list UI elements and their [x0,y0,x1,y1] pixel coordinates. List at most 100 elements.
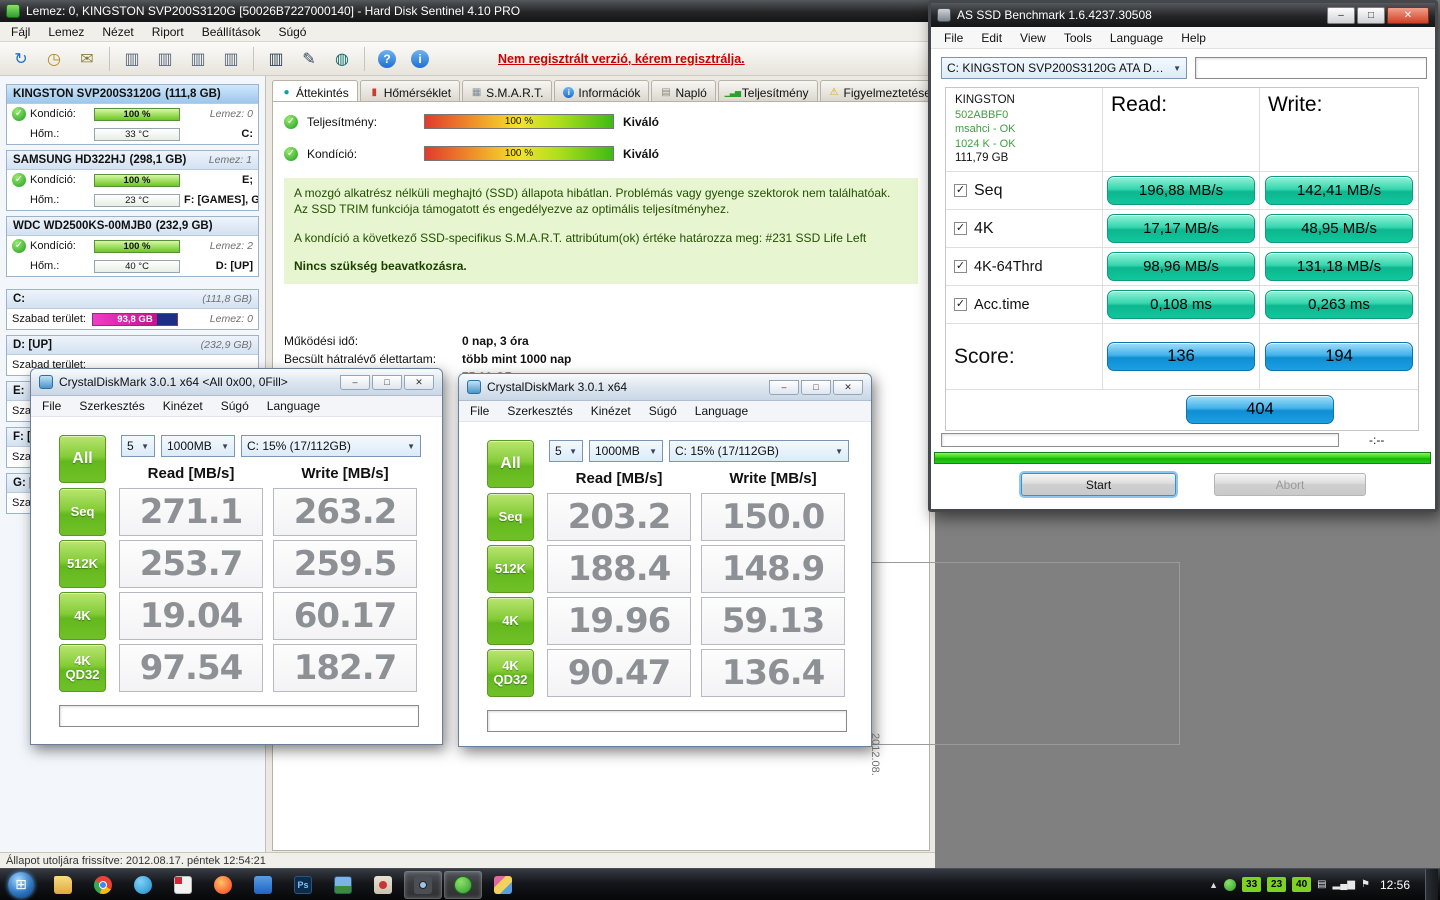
menu-sugo[interactable]: Súgó [269,23,315,41]
taskbar-icon-chrome[interactable] [84,871,122,899]
menu-fajl[interactable]: Fájl [2,23,39,41]
tab-naplo[interactable]: ▤ Napló [651,80,716,101]
register-link[interactable]: Nem regisztrált verzió, kérem regisztrál… [498,52,745,66]
4k-checkbox[interactable]: ✓ [954,222,967,235]
asssd-title-bar[interactable]: AS SSD Benchmark 1.6.4237.30508 – □ ✕ [931,3,1435,27]
close-button[interactable]: ✕ [1387,6,1429,24]
disk-card-samsung[interactable]: SAMSUNG HD322HJ (298,1 GB) Lemez: 1 ✓ Ko… [6,150,259,211]
acc-time-checkbox[interactable]: ✓ [954,298,967,311]
hds-title-bar[interactable]: Lemez: 0, KINGSTON SVP200S3120G [50026B7… [0,0,935,22]
test-count-select[interactable]: 5 ▼ [549,440,583,462]
maximize-button[interactable]: □ [1357,6,1385,24]
tray-app-icon[interactable]: ▤ [1317,879,1326,890]
close-button[interactable]: ✕ [404,374,434,390]
taskbar-icon-firefox[interactable] [204,871,242,899]
taskbar-icon-notepad[interactable] [164,871,202,899]
help-icon[interactable]: ? [372,45,402,73]
disk-1-icon[interactable]: ▥ [117,45,147,73]
menu-language[interactable]: Language [1101,29,1172,47]
menu-language[interactable]: Language [258,397,329,415]
menu-riport[interactable]: Riport [143,23,193,41]
temp-tray-disk2[interactable]: 40 [1292,877,1312,892]
seq-checkbox[interactable]: ✓ [954,184,967,197]
512k-test-button[interactable]: 512K [487,545,534,593]
tab-smart[interactable]: ▦ S.M.A.R.T. [462,80,553,101]
minimize-button[interactable]: – [769,379,799,395]
comment-input[interactable] [1195,57,1427,79]
disk-edit-icon[interactable]: ✎ [294,45,324,73]
tab-informaciok[interactable]: i Információk [554,80,650,101]
taskbar-icon-app-blue[interactable] [244,871,282,899]
seq-test-button[interactable]: Seq [487,493,534,541]
4k-64thrd-checkbox[interactable]: ✓ [954,260,967,273]
tab-homerseklet[interactable]: ▮ Hőmérséklet [359,80,461,101]
disk-3-icon[interactable]: ▥ [183,45,213,73]
taskbar-icon-camera[interactable] [404,870,442,899]
menu-lemez[interactable]: Lemez [39,23,93,41]
disk-card-kingston[interactable]: KINGSTON SVP200S3120G (111,8 GB) ✓ Kondí… [6,84,259,145]
512k-test-button[interactable]: 512K [59,540,106,588]
4k-qd32-test-button[interactable]: 4K QD32 [487,649,534,697]
4k-qd32-test-button[interactable]: 4K QD32 [59,644,106,692]
menu-kinezet[interactable]: Kinézet [154,397,212,415]
test-size-select[interactable]: 1000MB ▼ [589,440,663,462]
taskbar-icon-explorer[interactable] [44,871,82,899]
temp-tray-disk1[interactable]: 23 [1267,877,1287,892]
tab-attekintes[interactable]: ● Áttekintés [272,80,358,102]
4k-test-button[interactable]: 4K [59,592,106,640]
maximize-button[interactable]: □ [372,374,402,390]
menu-tools[interactable]: Tools [1055,29,1101,47]
menu-beallitasok[interactable]: Beállítások [193,23,270,41]
taskbar-icon-hard-disk-sentinel[interactable] [444,870,482,899]
taskbar-clock[interactable]: 12:56 [1380,878,1410,892]
menu-file[interactable]: File [461,402,498,420]
refresh-icon[interactable]: ↻ [6,45,36,73]
action-center-flag-icon[interactable]: ⚑ [1361,879,1370,890]
seq-test-button[interactable]: Seq [59,488,106,536]
menu-sugo[interactable]: Súgó [640,402,686,420]
minimize-button[interactable]: – [340,374,370,390]
menu-nezet[interactable]: Nézet [93,23,142,41]
menu-help[interactable]: Help [1172,29,1215,47]
drive-select[interactable]: C: KINGSTON SVP200S3120G ATA Device ▼ [941,57,1187,79]
test-size-select[interactable]: 1000MB ▼ [161,435,235,457]
menu-kinezet[interactable]: Kinézet [582,402,640,420]
4k-test-button[interactable]: 4K [487,597,534,645]
menu-szerkesztes[interactable]: Szerkesztés [498,402,581,420]
target-drive-select[interactable]: C: 15% (17/112GB) ▼ [669,440,849,462]
minimize-button[interactable]: – [1327,6,1355,24]
mail-report-icon[interactable]: ✉ [72,45,102,73]
all-test-button[interactable]: All [487,440,534,488]
temp-tray-disk0[interactable]: 33 [1242,877,1262,892]
taskbar-icon-image-viewer[interactable] [324,871,362,899]
online-icon[interactable]: ◍ [327,45,357,73]
disk-2-icon[interactable]: ▥ [150,45,180,73]
comment-input[interactable] [59,705,419,727]
maximize-button[interactable]: □ [801,379,831,395]
target-drive-select[interactable]: C: 15% (17/112GB) ▼ [241,435,421,457]
menu-edit[interactable]: Edit [972,29,1011,47]
taskbar-icon-messenger[interactable] [124,871,162,899]
taskbar-icon-photoshop[interactable]: Ps [284,871,322,899]
menu-file[interactable]: File [33,397,70,415]
menu-view[interactable]: View [1011,29,1055,47]
show-desktop-button[interactable] [1425,868,1438,900]
schedule-icon[interactable]: ◷ [39,45,69,73]
start-button-orb[interactable]: ⊞ [8,871,34,898]
partition-card-c[interactable]: C: (111,8 GB) Szabad terület: 93,8 GB Le… [6,289,259,330]
tab-figyelmeztetesek[interactable]: ⚠ Figyelmeztetések [819,80,946,101]
taskbar-icon-paint[interactable] [484,871,522,899]
hidden-icons-arrow[interactable]: ▲ [1209,880,1218,890]
disk-4-icon[interactable]: ▥ [216,45,246,73]
comment-input[interactable] [487,710,847,732]
cdm-title-bar[interactable]: CrystalDiskMark 3.0.1 x64 – □ ✕ [459,374,871,401]
menu-language[interactable]: Language [686,402,757,420]
disk-card-wdc[interactable]: WDC WD2500KS-00MJB0 (232,9 GB) ✓ Kondíci… [6,216,259,277]
tab-teljesitmeny[interactable]: ▁▃▅ Teljesítmény [717,80,818,101]
menu-file[interactable]: File [935,29,972,47]
cdm-title-bar[interactable]: CrystalDiskMark 3.0.1 x64 <All 0x00, 0Fi… [31,369,442,396]
all-test-button[interactable]: All [59,435,106,483]
start-button[interactable]: Start [1021,473,1176,496]
abort-button[interactable]: Abort [1214,473,1366,496]
close-button[interactable]: ✕ [833,379,863,395]
